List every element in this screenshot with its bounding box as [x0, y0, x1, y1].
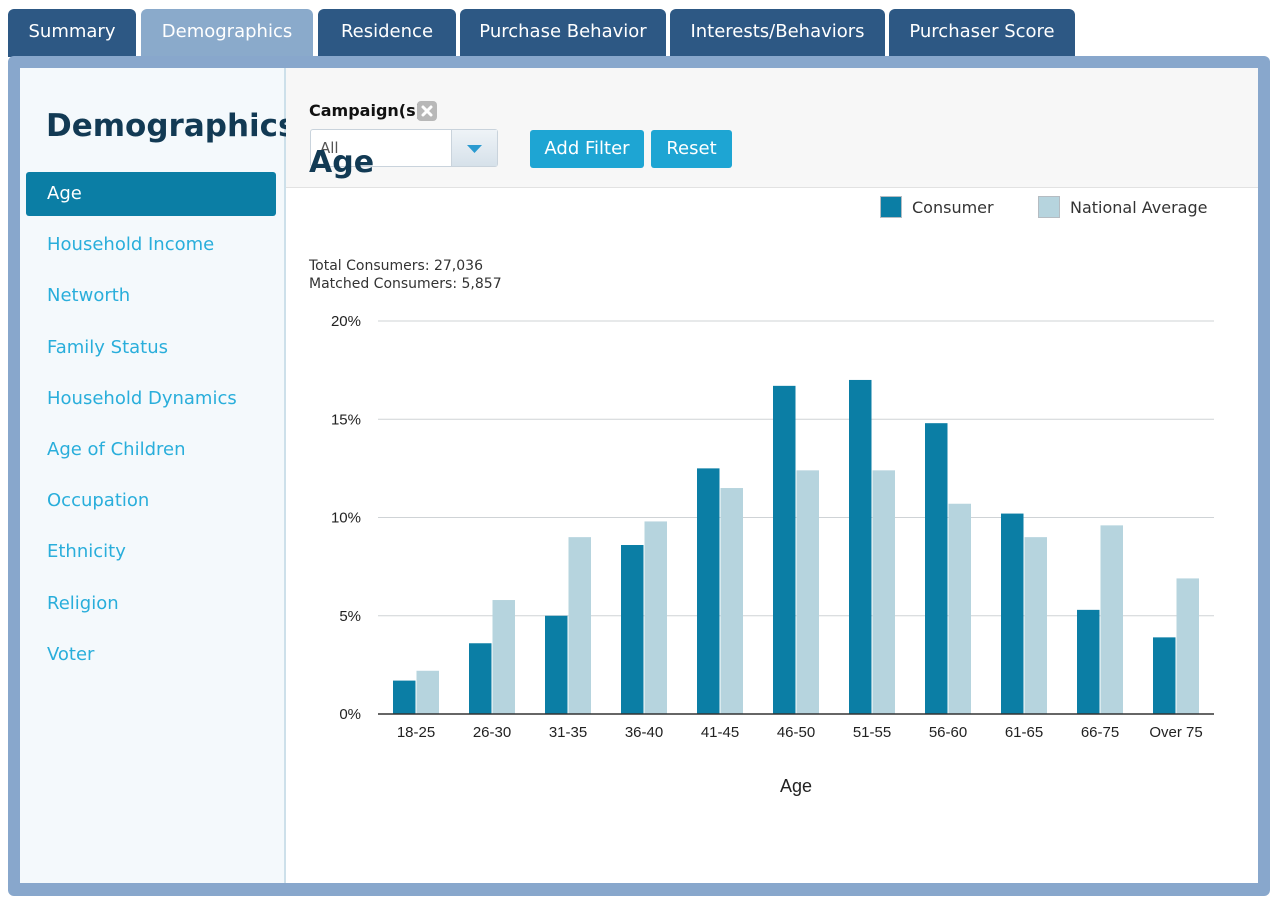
bar	[568, 537, 591, 714]
bar	[621, 545, 644, 714]
x-tick-label: 56-60	[929, 724, 967, 741]
x-tick-label: 18-25	[397, 724, 435, 741]
x-tick-label: 46-50	[777, 724, 815, 741]
x-tick-label: 26-30	[473, 724, 511, 741]
x-axis-label: Age	[780, 776, 812, 796]
bar	[720, 488, 743, 714]
bar	[469, 643, 492, 714]
bar	[1001, 513, 1024, 714]
x-tick-label: 41-45	[701, 724, 739, 741]
y-tick-label: 5%	[339, 608, 361, 625]
x-tick-label: Over 75	[1149, 724, 1202, 741]
x-tick-label: 51-55	[853, 724, 891, 741]
tab-demographics[interactable]: Demographics	[141, 9, 313, 57]
bar	[1153, 637, 1176, 714]
bar	[1176, 578, 1199, 714]
tab-purchaser-score[interactable]: Purchaser Score	[889, 9, 1075, 57]
bar	[796, 470, 819, 714]
bar	[545, 615, 568, 714]
bar	[1024, 537, 1047, 714]
x-tick-label: 61-65	[1005, 724, 1043, 741]
bar	[393, 680, 416, 714]
x-tick-label: 31-35	[549, 724, 587, 741]
y-tick-label: 20%	[331, 313, 361, 330]
bar	[697, 468, 720, 714]
tab-residence[interactable]: Residence	[318, 9, 456, 57]
bar	[948, 503, 971, 714]
bar	[416, 670, 439, 714]
y-tick-label: 15%	[331, 411, 361, 428]
age-bar-chart: 0% 5% 10% 15% 20% 18-25 26-30 31-35 36-40 41-45 46…	[331, 313, 1214, 796]
bar	[1100, 525, 1123, 714]
x-tick-label: 36-40	[625, 724, 663, 741]
bar	[644, 521, 667, 714]
tab-summary[interactable]: Summary	[8, 9, 136, 57]
bar	[872, 470, 895, 714]
chart-region: Age Total Consumers: 27,036 Matched Cons…	[20, 68, 1258, 883]
tab-purchase-behavior[interactable]: Purchase Behavior	[460, 9, 666, 57]
y-tick-label: 10%	[331, 510, 361, 527]
y-tick-label: 0%	[339, 706, 361, 723]
tab-interests-behaviors[interactable]: Interests/Behaviors	[670, 9, 885, 57]
bar	[492, 600, 515, 714]
content-frame: Demographics Age Household Income Networ…	[8, 56, 1270, 896]
content-panel: Demographics Age Household Income Networ…	[20, 68, 1258, 883]
bar	[773, 385, 796, 714]
bar	[849, 379, 872, 714]
bar	[925, 423, 948, 714]
bar	[1077, 609, 1100, 714]
x-tick-label: 66-75	[1081, 724, 1119, 741]
